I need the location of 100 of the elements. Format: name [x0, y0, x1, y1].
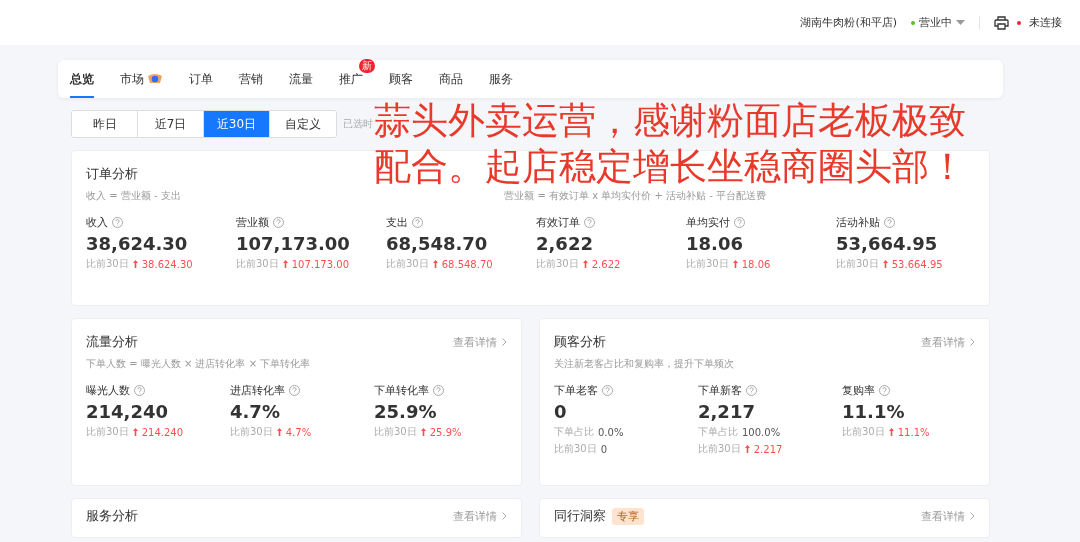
- exclusive-badge: 专享: [612, 507, 644, 525]
- up-arrow-icon: [132, 260, 138, 268]
- metric-value: 214,240: [86, 401, 169, 422]
- metric-value: 2,217: [698, 401, 756, 422]
- change-value: 107.173.00: [291, 258, 349, 270]
- metric-value: 11.1%: [842, 401, 906, 422]
- chevron-right-icon: [970, 512, 975, 520]
- metric-label: 进店转化率: [230, 383, 285, 398]
- nav-tab[interactable]: 订单: [189, 60, 213, 98]
- compare-label: 比前30日: [374, 425, 417, 439]
- nav-tab[interactable]: 流量: [289, 60, 313, 98]
- compare-label: 比前30日: [86, 425, 129, 439]
- date-range-button[interactable]: 近30日: [204, 111, 270, 137]
- nav-tab[interactable]: 总览: [70, 60, 94, 98]
- metric-value: 2,622: [536, 233, 594, 254]
- nav-tab[interactable]: 服务: [489, 60, 513, 98]
- compare-label: 比前30日: [836, 257, 879, 271]
- up-arrow-icon: [132, 428, 138, 436]
- nav-tab[interactable]: 顾客: [389, 60, 413, 98]
- date-range-button[interactable]: 昨日: [72, 111, 138, 137]
- up-arrow-icon: [276, 428, 282, 436]
- metric-label: 收入: [86, 215, 108, 230]
- help-icon[interactable]: [112, 217, 123, 228]
- card-title: 同行洞察: [554, 507, 606, 525]
- formula-text: 收入 = 营业额 - 支出: [86, 189, 181, 203]
- new-badge: 新: [359, 59, 375, 73]
- change-value: 2.622: [591, 258, 621, 270]
- metric-label: 支出: [386, 215, 408, 230]
- metric-label: 有效订单: [536, 215, 580, 230]
- store-name[interactable]: 湖南牛肉粉(和平店): [800, 15, 897, 30]
- compare-label: 比前30日: [842, 425, 885, 439]
- compare-label: 下单占比: [698, 425, 738, 439]
- change-value: 0.0%: [598, 426, 624, 438]
- up-arrow-icon: [420, 428, 426, 436]
- formula-text: 关注新老客占比和复购率，提升下单频次: [554, 357, 735, 371]
- change-value: 2.217: [753, 443, 783, 455]
- compare-label: 下单占比: [554, 425, 594, 439]
- help-icon[interactable]: [584, 217, 595, 228]
- compare-label: 比前30日: [86, 257, 129, 271]
- change-value: 4.7%: [285, 426, 312, 438]
- metric-value: 25.9%: [374, 401, 438, 422]
- help-icon[interactable]: [734, 217, 745, 228]
- metric-label: 活动补贴: [836, 215, 880, 230]
- card-title: 服务分析: [86, 507, 138, 525]
- help-icon[interactable]: [273, 217, 284, 228]
- printer-icon[interactable]: [994, 15, 1009, 30]
- metric-label: 复购率: [842, 383, 875, 398]
- change-value: 25.9%: [429, 426, 462, 438]
- up-arrow-icon: [882, 260, 888, 268]
- up-arrow-icon: [432, 260, 438, 268]
- card-title: 流量分析: [86, 333, 138, 351]
- metric-value: 0: [554, 401, 568, 422]
- card-title: 顾客分析: [554, 333, 606, 351]
- metric-value: 38,624.30: [86, 233, 189, 254]
- help-icon[interactable]: [289, 385, 300, 396]
- metric-value: 53,664.95: [836, 233, 939, 254]
- compare-label: 比前30日: [686, 257, 729, 271]
- up-arrow-icon: [732, 260, 738, 268]
- store-status-dropdown[interactable]: 营业中: [911, 15, 965, 30]
- promo-caption: 蒜头外卖运营，感谢粉面店老板极致配合。起店稳定增长坐稳商圈头部！: [374, 98, 966, 190]
- metric-label: 下单老客: [554, 383, 598, 398]
- date-range-button[interactable]: 自定义: [270, 111, 336, 137]
- help-icon[interactable]: [134, 385, 145, 396]
- change-value: 38.624.30: [141, 258, 193, 270]
- metric-label: 曝光人数: [86, 383, 130, 398]
- help-icon[interactable]: [412, 217, 423, 228]
- compare-label: 比前30日: [698, 442, 741, 456]
- metric-label: 单均实付: [686, 215, 730, 230]
- chevron-right-icon: [502, 512, 507, 520]
- change-value: 214.240: [141, 426, 184, 438]
- date-range-button[interactable]: 近7日: [138, 111, 204, 137]
- metric-label: 下单转化率: [374, 383, 429, 398]
- compare-label: 比前30日: [554, 442, 597, 456]
- help-icon[interactable]: [433, 385, 444, 396]
- change-value: 53.664.95: [891, 258, 943, 270]
- change-value: 68.548.70: [441, 258, 493, 270]
- formula-text: 营业额 = 有效订单 x 单均实付价 + 活动补贴 - 平台配送费: [504, 189, 766, 203]
- formula-text: 下单人数 = 曝光人数 × 进店转化率 × 下单转化率: [86, 357, 312, 371]
- metric-value: 4.7%: [230, 401, 281, 422]
- help-icon[interactable]: [879, 385, 890, 396]
- nav-tab[interactable]: 营销: [239, 60, 263, 98]
- help-icon[interactable]: [884, 217, 895, 228]
- selected-range-text: 已选时: [343, 117, 373, 131]
- change-value: 11.1%: [897, 426, 930, 438]
- nav-tab[interactable]: 市场: [120, 60, 144, 98]
- change-value: 100.0%: [742, 426, 781, 438]
- help-icon[interactable]: [746, 385, 757, 396]
- chevron-right-icon: [502, 338, 507, 346]
- change-value: 18.06: [741, 258, 771, 270]
- nav-tab[interactable]: 商品: [439, 60, 463, 98]
- up-arrow-icon: [582, 260, 588, 268]
- up-arrow-icon: [282, 260, 288, 268]
- metric-value: 107,173.00: [236, 233, 351, 254]
- compare-label: 比前30日: [236, 257, 279, 271]
- caret-icon: [956, 20, 965, 25]
- compare-label: 比前30日: [230, 425, 273, 439]
- help-icon[interactable]: [602, 385, 613, 396]
- status-dot: [911, 20, 915, 25]
- metric-value: 68,548.70: [386, 233, 489, 254]
- change-value: 0: [600, 443, 608, 455]
